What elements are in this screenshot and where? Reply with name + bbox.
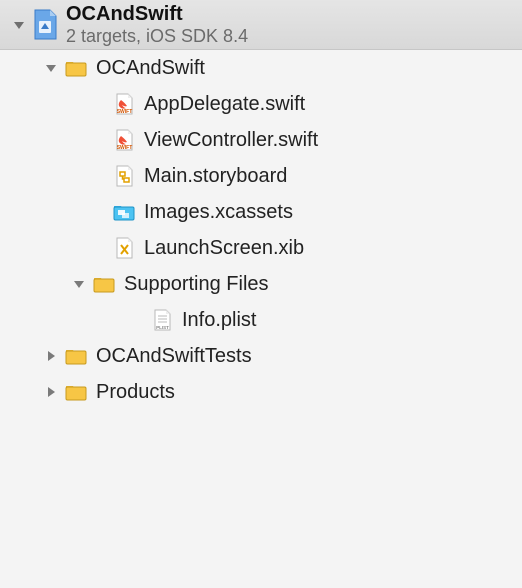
swift-file-icon: SWIFT xyxy=(112,128,136,152)
storyboard-file-icon xyxy=(112,164,136,188)
group-row-supporting[interactable]: Supporting Files xyxy=(0,266,522,302)
file-label: Main.storyboard xyxy=(144,165,287,188)
project-row[interactable]: OCAndSwift 2 targets, iOS SDK 8.4 xyxy=(0,0,522,50)
group-label: Supporting Files xyxy=(124,273,269,296)
xcassets-folder-icon xyxy=(112,200,136,224)
folder-icon xyxy=(64,344,88,368)
group-label: OCAndSwift xyxy=(96,57,205,80)
file-row-infoplist[interactable]: PLIST Info.plist xyxy=(0,302,522,338)
group-label: Products xyxy=(96,381,175,404)
folder-icon xyxy=(92,272,116,296)
disclosure-triangle-open-icon[interactable] xyxy=(12,18,26,32)
project-title: OCAndSwift xyxy=(66,3,248,25)
file-label: Info.plist xyxy=(182,309,256,332)
file-label: ViewController.swift xyxy=(144,129,318,152)
disclosure-triangle-open-icon[interactable] xyxy=(44,61,58,75)
file-row-xib[interactable]: LaunchScreen.xib xyxy=(0,230,522,266)
xcode-project-icon xyxy=(32,9,58,41)
xib-file-icon xyxy=(112,236,136,260)
group-row-main[interactable]: OCAndSwift xyxy=(0,50,522,86)
disclosure-triangle-closed-icon[interactable] xyxy=(44,349,58,363)
svg-text:SWIFT: SWIFT xyxy=(117,109,133,115)
file-row-xcassets[interactable]: Images.xcassets xyxy=(0,194,522,230)
svg-text:PLIST: PLIST xyxy=(156,325,169,330)
group-row-tests[interactable]: OCAndSwiftTests xyxy=(0,338,522,374)
disclosure-triangle-open-icon[interactable] xyxy=(72,277,86,291)
svg-text:SWIFT: SWIFT xyxy=(117,145,133,151)
file-row-appdelegate[interactable]: SWIFT AppDelegate.swift xyxy=(0,86,522,122)
file-row-viewcontroller[interactable]: SWIFT ViewController.swift xyxy=(0,122,522,158)
group-label: OCAndSwiftTests xyxy=(96,345,252,368)
disclosure-triangle-closed-icon[interactable] xyxy=(44,385,58,399)
project-navigator[interactable]: OCAndSwift 2 targets, iOS SDK 8.4 OCAndS… xyxy=(0,0,522,410)
project-subtitle: 2 targets, iOS SDK 8.4 xyxy=(66,27,248,47)
group-row-products[interactable]: Products xyxy=(0,374,522,410)
folder-icon xyxy=(64,380,88,404)
swift-file-icon: SWIFT xyxy=(112,92,136,116)
file-row-storyboard[interactable]: Main.storyboard xyxy=(0,158,522,194)
file-label: LaunchScreen.xib xyxy=(144,237,304,260)
plist-file-icon: PLIST xyxy=(150,308,174,332)
folder-icon xyxy=(64,56,88,80)
file-label: AppDelegate.swift xyxy=(144,93,305,116)
file-label: Images.xcassets xyxy=(144,201,293,224)
